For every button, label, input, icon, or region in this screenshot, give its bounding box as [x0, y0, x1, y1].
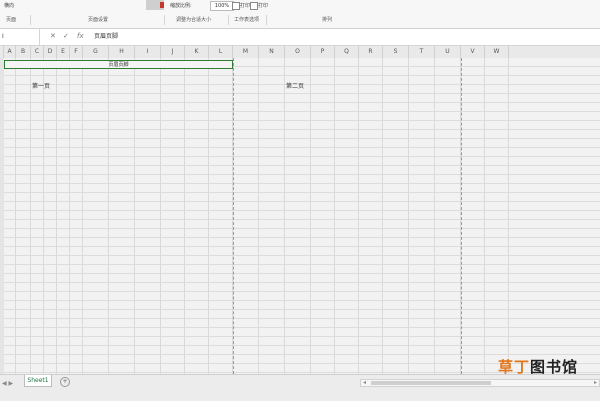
sheet-tab[interactable]: Sheet1	[24, 375, 52, 387]
column-gridline	[408, 58, 409, 374]
column-gridline	[358, 58, 359, 374]
formula-bar: I ✕ ✓ fx 页眉页脚	[0, 29, 600, 46]
column-gridline	[334, 58, 335, 374]
watermark-text: 草丁图书馆	[498, 358, 579, 376]
column-gridline	[208, 58, 209, 374]
sheet-nav-arrows-icon[interactable]: ◀ ▶	[2, 380, 22, 390]
horizontal-scrollbar[interactable]: ◂ ▸	[360, 379, 600, 387]
column-header-u[interactable]: U	[435, 46, 461, 58]
column-gridline	[382, 58, 383, 374]
formula-input[interactable]: 页眉页脚	[94, 29, 118, 45]
watermark-logo: 草丁图书馆	[498, 356, 590, 376]
column-header-a[interactable]: A	[4, 46, 16, 58]
column-header-o[interactable]: O	[285, 46, 311, 58]
page-two-label-cell[interactable]: 第二页	[286, 81, 304, 90]
column-header-k[interactable]: K	[185, 46, 209, 58]
column-header-s[interactable]: S	[383, 46, 409, 58]
column-header-l[interactable]: L	[209, 46, 233, 58]
group-label-scale-to-fit: 调整为合适大小	[176, 17, 212, 23]
group-divider	[30, 15, 31, 25]
group-divider	[266, 15, 267, 25]
group-divider	[228, 15, 229, 25]
scroll-right-icon[interactable]: ▸	[594, 379, 597, 386]
ribbon-controls: 横向 缩放比例: 100% 打印 打印	[0, 0, 600, 14]
headings-print-checkbox[interactable]	[250, 2, 258, 10]
group-label-page-setup: 页面设置	[88, 17, 109, 23]
headings-print-label: 打印	[258, 3, 269, 9]
select-all-corner[interactable]	[0, 46, 4, 58]
column-gridline	[160, 58, 161, 374]
insert-function-icon[interactable]: fx	[77, 32, 84, 40]
column-header-f[interactable]: F	[70, 46, 83, 58]
column-header-b[interactable]: B	[16, 46, 31, 58]
column-header-i[interactable]: I	[135, 46, 161, 58]
print-titles-icon	[160, 2, 164, 8]
merged-title-cell[interactable]: 页眉页脚	[4, 60, 233, 69]
column-gridline	[484, 58, 485, 374]
group-label-arrange: 排列	[322, 17, 333, 23]
column-gridline	[184, 58, 185, 374]
zoom-input[interactable]: 100%	[210, 1, 234, 11]
page-one-label-cell[interactable]: 第一页	[32, 81, 50, 90]
column-header-p[interactable]: P	[311, 46, 335, 58]
ribbon: 横向 缩放比例: 100% 打印 打印 页面 页面设置 调整为合适大小 工作表选…	[0, 0, 600, 29]
page-break-line	[233, 58, 234, 374]
column-gridline	[284, 58, 285, 374]
column-header-j[interactable]: J	[161, 46, 185, 58]
column-header-m[interactable]: M	[233, 46, 259, 58]
column-header-g[interactable]: G	[83, 46, 109, 58]
column-gridline	[82, 58, 83, 374]
worksheet-grid[interactable]: ABCDEFGHIJKLMNOPQRSTUVW 页眉页脚 第一页 第二页	[0, 46, 600, 374]
group-divider	[164, 15, 165, 25]
gridlines-print-label: 打印	[240, 3, 251, 9]
column-gridline	[134, 58, 135, 374]
column-gridline	[310, 58, 311, 374]
ribbon-group-labels: 页面 页面设置 调整为合适大小 工作表选项 排列	[0, 14, 600, 26]
column-gridline	[108, 58, 109, 374]
column-header-t[interactable]: T	[409, 46, 435, 58]
group-label-page: 页面	[6, 17, 17, 23]
column-gridline	[434, 58, 435, 374]
column-gridline	[30, 58, 31, 374]
sheet-tab-bar: ◀ ▶ Sheet1 + ◂ ▸	[0, 374, 600, 401]
column-header-v[interactable]: V	[461, 46, 485, 58]
zoom-label: 缩放比例:	[170, 3, 192, 9]
add-sheet-icon[interactable]: +	[60, 377, 70, 387]
column-header-d[interactable]: D	[44, 46, 57, 58]
scroll-left-icon[interactable]: ◂	[363, 379, 366, 386]
excel-window: 横向 缩放比例: 100% 打印 打印 页面 页面设置 调整为合适大小 工作表选…	[0, 0, 600, 401]
enter-icon[interactable]: ✓	[63, 32, 69, 40]
orientation-button[interactable]: 横向	[4, 2, 14, 9]
column-header-c[interactable]: C	[31, 46, 44, 58]
page-break-line	[461, 58, 462, 374]
column-gridline	[69, 58, 70, 374]
column-gridline	[43, 58, 44, 374]
cell-grid[interactable]	[4, 58, 600, 374]
group-label-sheet-options: 工作表选项	[234, 17, 260, 23]
column-header-r[interactable]: R	[359, 46, 383, 58]
column-gridline	[258, 58, 259, 374]
column-header-w[interactable]: W	[485, 46, 509, 58]
column-header-q[interactable]: Q	[335, 46, 359, 58]
column-header-n[interactable]: N	[259, 46, 285, 58]
name-box[interactable]: I	[0, 29, 40, 45]
column-header-e[interactable]: E	[57, 46, 70, 58]
gridlines-print-checkbox[interactable]	[232, 2, 240, 10]
cancel-icon[interactable]: ✕	[50, 32, 56, 40]
column-header-h[interactable]: H	[109, 46, 135, 58]
column-gridline	[508, 58, 509, 374]
column-gridline	[56, 58, 57, 374]
scroll-thumb[interactable]	[371, 381, 491, 385]
column-gridline	[15, 58, 16, 374]
